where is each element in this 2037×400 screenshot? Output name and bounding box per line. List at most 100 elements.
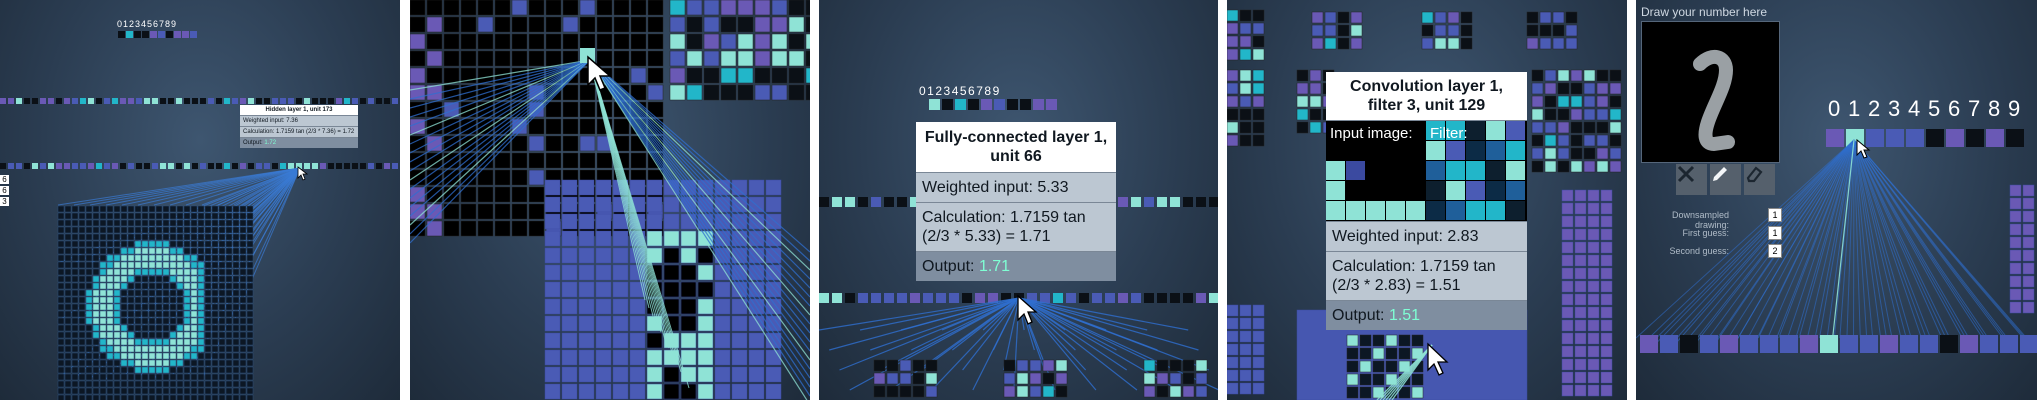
input-pixel [232, 331, 240, 339]
input-pixel [176, 394, 184, 400]
feature-map-cell [629, 349, 646, 366]
feature-map-cell [1239, 121, 1252, 134]
input-pixel [85, 268, 93, 276]
input-pixel [64, 289, 72, 297]
input-pixel [71, 205, 79, 213]
input-pixel [197, 373, 205, 381]
feature-map-cell [1544, 134, 1557, 147]
clear-button[interactable] [1676, 164, 1707, 195]
feature-map-cell [528, 0, 545, 16]
feature-map-cell [528, 169, 545, 186]
feature-map-cell [1526, 11, 1539, 24]
feature-map-cell [1372, 373, 1385, 386]
feature-map-cell [1143, 385, 1156, 398]
feature-map-cell [1324, 24, 1337, 37]
output-unit [1033, 99, 1044, 110]
tooltip-output-label: Output: [1332, 307, 1385, 324]
fc-unit [2020, 335, 2037, 353]
eraser-button[interactable] [1744, 164, 1775, 195]
output-unit [1826, 129, 1844, 147]
input-pixel [169, 387, 177, 395]
feature-map-cell [1227, 134, 1239, 147]
output-unit [994, 99, 1005, 110]
input-pixel [71, 275, 79, 283]
input-pixel [99, 352, 107, 360]
hidden-unit [240, 163, 246, 169]
input-pixel [99, 219, 107, 227]
input-pixel [197, 345, 205, 353]
input-pixel [169, 282, 177, 290]
input-patch-pixel [1366, 141, 1385, 160]
feature-map-cell [720, 0, 737, 16]
input-pixel [246, 296, 254, 304]
network-view-panel-2[interactable] [410, 0, 810, 400]
input-pixel [204, 240, 212, 248]
network-view-panel-5[interactable]: Draw your number here Downsampled drawin… [1636, 0, 2037, 400]
feature-map-cell [544, 264, 561, 281]
feature-map-cell [595, 213, 612, 230]
input-pixel [225, 352, 233, 360]
feature-map-cell [494, 0, 511, 16]
input-pixel [190, 387, 198, 395]
input-pixel [155, 303, 163, 311]
tooltip-output: Output: 1.71 [916, 251, 1116, 281]
feature-map-cell [2009, 184, 2022, 197]
network-view-panel-3[interactable]: 0123456789 Fully-connected layer 1, unit… [819, 0, 1218, 400]
feature-map-cell [1385, 334, 1398, 347]
input-pixel [141, 303, 149, 311]
input-pixel [71, 338, 79, 346]
hidden-unit [392, 163, 398, 169]
input-pixel [64, 317, 72, 325]
feature-map-cell [1169, 359, 1182, 372]
input-pixel [106, 359, 114, 367]
input-pixel [120, 331, 128, 339]
filter-weight [1506, 161, 1525, 180]
feature-map-cell [1239, 22, 1252, 35]
feature-map-cell [612, 349, 629, 366]
tooltip-image-row: Input image: Filter: [1326, 120, 1527, 221]
input-pixel [162, 296, 170, 304]
feature-map-cell [1544, 160, 1557, 173]
feature-map-cell [1596, 69, 1609, 82]
feature-map-cell [477, 16, 494, 33]
input-pixel [141, 310, 149, 318]
input-pixel [113, 275, 121, 283]
input-pixel [78, 345, 86, 353]
feature-map-cell [1055, 372, 1068, 385]
input-pixel [155, 240, 163, 248]
input-pixel [141, 268, 149, 276]
feature-map-cell [1460, 37, 1473, 50]
input-pixel [85, 366, 93, 374]
feature-map-cell [561, 230, 578, 247]
input-pixel [211, 373, 219, 381]
input-pixel [225, 233, 233, 241]
input-pixel [239, 352, 247, 360]
hidden-unit [72, 163, 78, 169]
input-pixel [155, 289, 163, 297]
hidden-unit [176, 163, 182, 169]
feature-map-cell [1583, 147, 1596, 160]
feature-map-cell [511, 152, 528, 169]
input-pixel [169, 254, 177, 262]
output-unit [968, 99, 979, 110]
input-pixel [155, 247, 163, 255]
feature-map-cell [629, 298, 646, 315]
input-pixel [141, 289, 149, 297]
feature-map-cell [1574, 384, 1587, 397]
feature-map-cell [443, 0, 460, 16]
input-pixel [190, 296, 198, 304]
drawing-canvas[interactable] [1641, 21, 1780, 163]
feature-map-cell [1195, 359, 1208, 372]
output-unit [1866, 129, 1884, 147]
fc-unit [1960, 335, 1978, 353]
input-pixel [162, 289, 170, 297]
network-view-panel-4[interactable]: Convolution layer 1, filter 3, unit 129 … [1227, 0, 1627, 400]
feature-map-cell [1570, 82, 1583, 95]
input-pixel [211, 247, 219, 255]
pen-button[interactable] [1710, 164, 1741, 195]
input-patch-pixel [1326, 201, 1345, 220]
network-view-panel-1[interactable]: 0123456789 Hidden layer 1, unit 173 Weig… [0, 0, 400, 400]
feature-map-cell [1574, 241, 1587, 254]
feature-map-cell [1570, 95, 1583, 108]
feature-map-cell [703, 33, 720, 50]
